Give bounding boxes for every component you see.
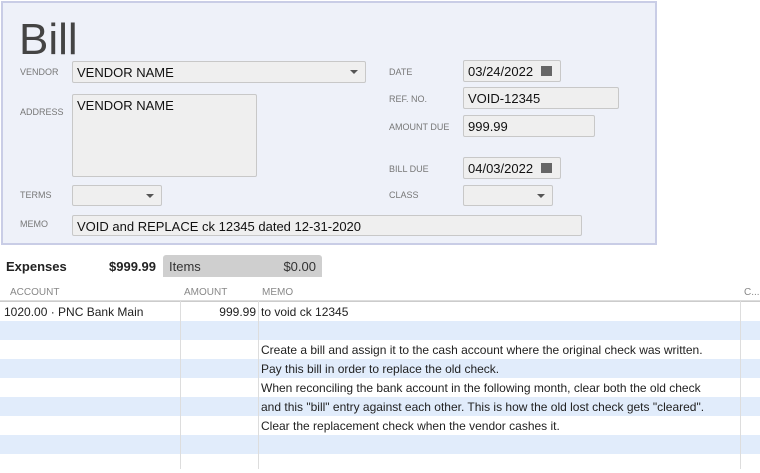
tab-amount: $0.00: [283, 259, 316, 274]
bill-due-value: 04/03/2022: [468, 161, 534, 176]
chevron-down-icon: [146, 194, 154, 198]
table-row[interactable]: Pay this bill in order to replace the ol…: [0, 359, 760, 378]
class-label: CLASS: [389, 190, 419, 200]
chevron-down-icon: [537, 194, 545, 198]
table-row[interactable]: Clear the replacement check when the ven…: [0, 416, 760, 435]
date-label: DATE: [389, 67, 413, 77]
vendor-value: VENDOR NAME: [77, 65, 174, 80]
ref-field[interactable]: VOID-12345: [463, 87, 619, 109]
expense-table: 1020.00 · PNC Bank Main 999.99 to void ck …: [0, 301, 760, 473]
column-amount[interactable]: AMOUNT: [184, 287, 227, 298]
memo-cell[interactable]: Pay this bill in order to replace the ol…: [261, 362, 499, 376]
amount-cell[interactable]: 999.99: [219, 305, 256, 319]
tab-expenses[interactable]: Expenses $999.99: [0, 255, 162, 277]
terms-dropdown[interactable]: [72, 185, 162, 206]
table-row[interactable]: When reconciling the bank account in the…: [0, 378, 760, 397]
calendar-icon[interactable]: [541, 66, 552, 76]
table-row[interactable]: and this "bill" entry against each other…: [0, 397, 760, 416]
class-dropdown[interactable]: [463, 185, 553, 206]
amount-due-label: AMOUNT DUE: [389, 122, 450, 132]
memo-cell[interactable]: and this "bill" entry against each other…: [261, 400, 704, 414]
vendor-dropdown[interactable]: VENDOR NAME: [72, 61, 366, 83]
table-row[interactable]: 1020.00 · PNC Bank Main 999.99 to void ck …: [0, 302, 760, 321]
address-field[interactable]: VENDOR NAME: [72, 94, 257, 177]
divider: [740, 301, 741, 469]
tab-items[interactable]: Items $0.00: [163, 255, 322, 277]
ref-label: REF. NO.: [389, 94, 428, 104]
table-header: ACCOUNT AMOUNT MEMO C...: [0, 285, 760, 301]
memo-cell[interactable]: Create a bill and assign it to the cash …: [261, 343, 703, 357]
column-c[interactable]: C...: [744, 287, 760, 298]
terms-label: TERMS: [20, 190, 52, 200]
memo-cell[interactable]: Clear the replacement check when the ven…: [261, 419, 560, 433]
table-row[interactable]: [0, 454, 760, 473]
table-row[interactable]: Create a bill and assign it to the cash …: [0, 340, 760, 359]
date-value: 03/24/2022: [468, 64, 534, 79]
bill-form: Bill VENDOR VENDOR NAME ADDRESS VENDOR N…: [1, 1, 657, 245]
account-cell[interactable]: 1020.00 · PNC Bank Main: [4, 305, 143, 319]
calendar-icon[interactable]: [541, 163, 552, 173]
tab-amount: $999.99: [109, 259, 156, 274]
date-field[interactable]: 03/24/2022: [463, 60, 561, 82]
memo-cell[interactable]: When reconciling the bank account in the…: [261, 381, 701, 395]
table-row[interactable]: [0, 435, 760, 454]
table-row[interactable]: [0, 321, 760, 340]
chevron-down-icon: [350, 70, 358, 74]
tab-label: Expenses: [6, 259, 67, 274]
column-account[interactable]: ACCOUNT: [10, 287, 59, 298]
page-title: Bill: [19, 15, 78, 64]
bill-due-label: BILL DUE: [389, 164, 429, 174]
memo-cell[interactable]: to void ck 12345: [261, 305, 348, 319]
tab-label: Items: [169, 259, 201, 274]
divider: [180, 301, 181, 469]
address-label: ADDRESS: [20, 107, 64, 117]
memo-label: MEMO: [20, 219, 48, 229]
vendor-label: VENDOR: [20, 67, 59, 77]
amount-due-field[interactable]: 999.99: [463, 115, 595, 137]
column-memo[interactable]: MEMO: [262, 287, 293, 298]
bill-due-field[interactable]: 04/03/2022: [463, 157, 561, 179]
divider: [258, 301, 259, 469]
memo-field[interactable]: VOID and REPLACE ck 12345 dated 12-31-20…: [72, 215, 582, 236]
